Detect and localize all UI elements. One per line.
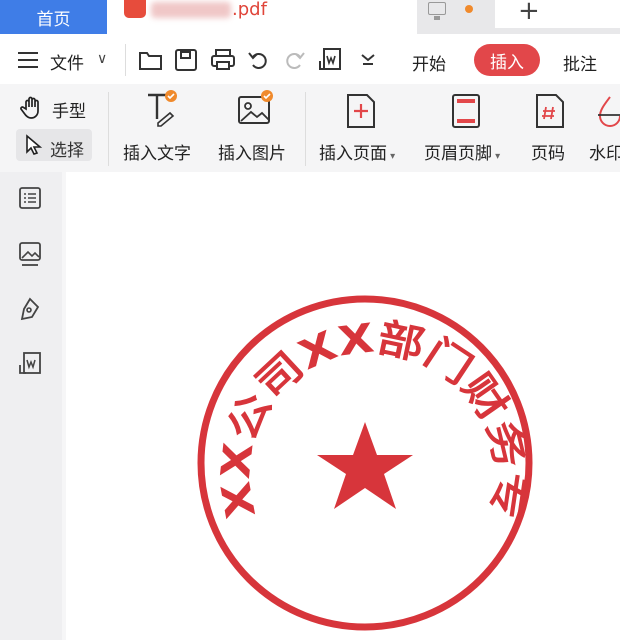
undo-icon[interactable] [247, 49, 269, 71]
monitor-icon[interactable] [428, 2, 446, 15]
convert-icon[interactable] [318, 47, 344, 73]
cursor-icon [26, 134, 43, 155]
save-icon[interactable] [174, 48, 198, 72]
chevron-down-icon[interactable]: ∨ [97, 51, 107, 67]
insert-text-label[interactable]: 插入文字 [123, 139, 191, 164]
tab-insert[interactable]: 插入 [474, 44, 540, 76]
notification-dot [465, 5, 473, 13]
ribbon-divider [305, 92, 306, 166]
menu-icon[interactable] [18, 52, 38, 68]
divider [125, 44, 126, 76]
open-folder-icon[interactable] [138, 48, 164, 72]
insert-image-label[interactable]: 插入图片 [218, 139, 286, 164]
hand-icon[interactable] [20, 95, 46, 121]
file-menu-label[interactable]: 文件 [50, 49, 84, 74]
more-icon[interactable] [360, 52, 376, 66]
blurred-filename [151, 2, 231, 18]
page-number-label[interactable]: 页码 [531, 139, 565, 164]
print-icon[interactable] [210, 48, 236, 72]
monitor-stand [434, 16, 440, 20]
hand-tool-label[interactable]: 手型 [52, 97, 86, 122]
dropdown-arrow-icon[interactable]: ▾ [387, 151, 395, 162]
dropdown-arrow-icon[interactable]: ▾ [492, 151, 500, 162]
new-tab-button[interactable] [495, 0, 620, 28]
convert-panel-icon[interactable] [18, 351, 44, 377]
select-tool-label: 选择 [50, 141, 84, 161]
seal-stamp-image: XX公司XX部门财务专用章 [190, 288, 534, 631]
ribbon-divider [108, 92, 109, 166]
outline-icon[interactable] [18, 186, 42, 210]
file-extension: .pdf [232, 0, 267, 20]
insert-page-label[interactable]: 插入页面 ▾ [319, 139, 395, 164]
insert-text-icon[interactable] [144, 89, 178, 127]
signature-pen-icon[interactable] [18, 297, 42, 321]
insert-page-icon[interactable] [345, 93, 377, 129]
tab-home[interactable]: 首页 [0, 0, 107, 34]
insert-image-icon[interactable] [237, 89, 275, 127]
plus-icon[interactable]: + [518, 0, 540, 26]
watermark-label[interactable]: 水印 [589, 139, 620, 164]
header-footer-label[interactable]: 页眉页脚 ▾ [424, 139, 500, 164]
tab-start[interactable]: 开始 [412, 50, 446, 75]
header-footer-icon[interactable] [450, 93, 482, 129]
tab-annotate[interactable]: 批注 [563, 50, 597, 75]
pdf-icon [124, 0, 146, 18]
insert-ribbon [0, 84, 620, 172]
watermark-icon[interactable] [596, 93, 620, 129]
redo-icon[interactable] [284, 49, 306, 71]
thumbnail-icon[interactable] [18, 241, 42, 267]
tab-document[interactable]: .pdf [107, 0, 417, 34]
page-number-icon[interactable] [534, 93, 566, 129]
